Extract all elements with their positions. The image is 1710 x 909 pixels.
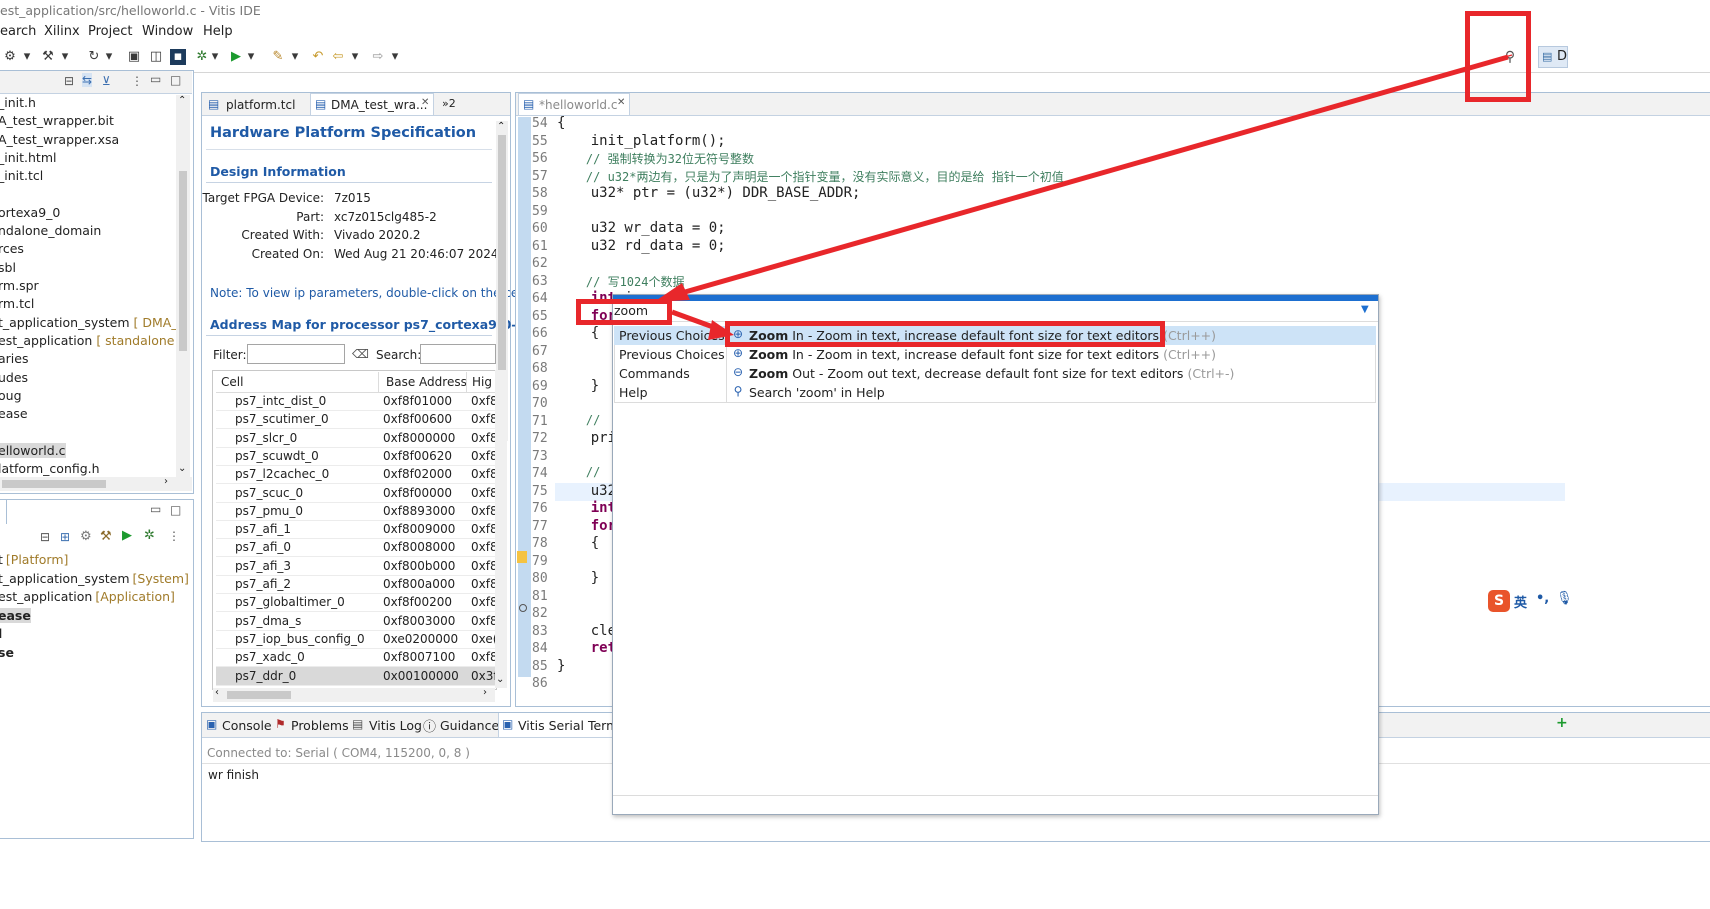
annotation-search-box — [1465, 11, 1531, 102]
annotation-query-box — [576, 299, 672, 325]
annotation-zoom-in-box — [725, 321, 1165, 347]
annotation-overlay — [654, 54, 1513, 340]
annotation-thick-line — [663, 54, 1509, 301]
